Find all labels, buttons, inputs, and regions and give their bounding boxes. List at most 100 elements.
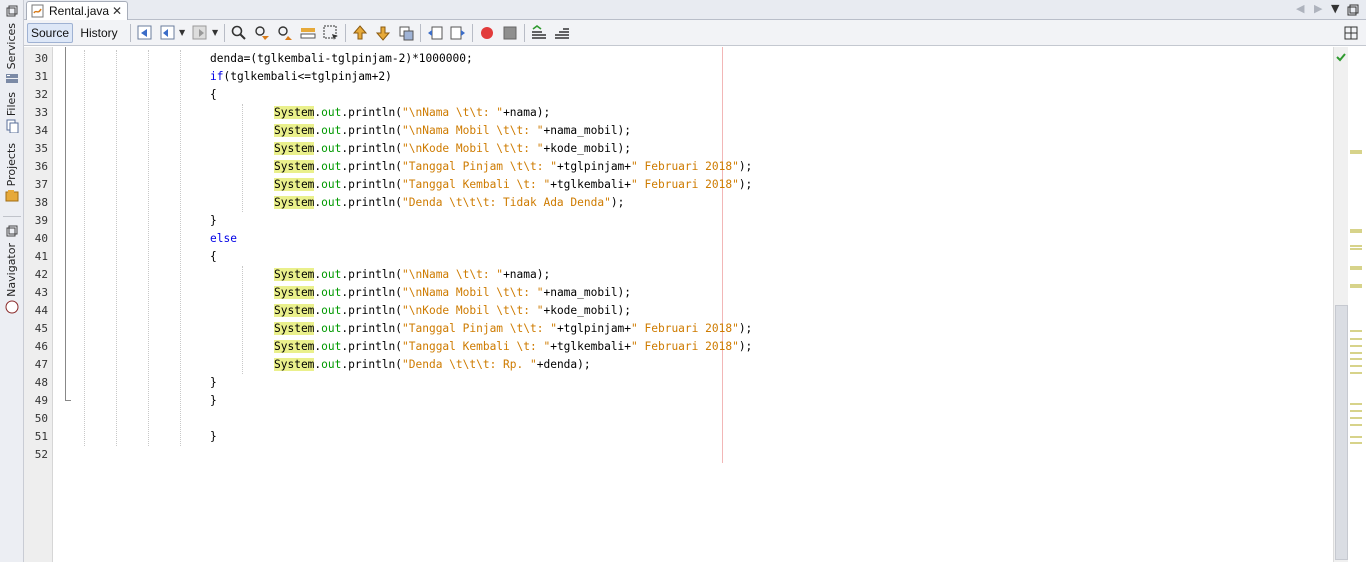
sidebar-tab-projects[interactable]: Projects xyxy=(2,143,22,203)
code-token: System xyxy=(274,304,315,317)
code-line[interactable]: System.out.println("\nKode Mobil \t\t: "… xyxy=(274,302,631,320)
right-margin-line xyxy=(722,47,723,463)
stripe-mark[interactable] xyxy=(1350,417,1362,419)
code-token: +kode_mobil); xyxy=(543,304,632,317)
code-line[interactable]: System.out.println("Tanggal Kembali \t: … xyxy=(274,176,752,194)
find-icon[interactable] xyxy=(230,24,248,42)
window-restore-icon[interactable] xyxy=(5,225,19,239)
uncomment-icon[interactable] xyxy=(553,24,571,42)
scroll-left-icon[interactable]: ◀ xyxy=(1296,2,1304,15)
tab-history[interactable]: History xyxy=(75,23,123,43)
indent-guide xyxy=(242,266,243,374)
find-next-icon[interactable] xyxy=(276,24,294,42)
stripe-mark[interactable] xyxy=(1350,424,1362,426)
indent-guide xyxy=(242,104,243,212)
code-line[interactable]: System.out.println("\nNama Mobil \t\t: "… xyxy=(274,284,631,302)
code-line[interactable]: System.out.println("\nNama \t\t: "+nama)… xyxy=(274,266,550,284)
code-line[interactable]: { xyxy=(210,248,217,266)
line-number: 39 xyxy=(34,214,48,227)
ide-window: Services Files Projects Navigator Rental… xyxy=(0,0,1366,562)
shift-right-icon[interactable] xyxy=(449,24,467,42)
toggle-bookmark-icon[interactable] xyxy=(397,24,415,42)
stripe-mark[interactable] xyxy=(1350,372,1362,374)
next-bookmark-icon[interactable] xyxy=(374,24,392,42)
stripe-mark[interactable] xyxy=(1350,358,1362,360)
window-restore-icon[interactable] xyxy=(5,5,19,19)
code-line[interactable]: denda=(tglkembali-tglpinjam-2)*1000000; xyxy=(210,50,473,68)
stripe-mark[interactable] xyxy=(1350,248,1362,250)
vertical-scrollbar[interactable] xyxy=(1333,47,1348,562)
code-line[interactable]: if(tglkembali<=tglpinjam+2) xyxy=(210,68,392,86)
navigator-icon xyxy=(5,300,19,314)
find-previous-icon[interactable] xyxy=(253,24,271,42)
code-line[interactable]: System.out.println("Denda \t\t\t: Rp. "+… xyxy=(274,356,591,374)
code-line[interactable]: } xyxy=(210,428,217,446)
tab-source[interactable]: Source xyxy=(27,23,73,43)
code-line[interactable]: System.out.println("\nNama Mobil \t\t: "… xyxy=(274,122,631,140)
previous-bookmark-icon[interactable] xyxy=(351,24,369,42)
toggle-rect-selection-icon[interactable] xyxy=(322,24,340,42)
stripe-mark[interactable] xyxy=(1350,286,1362,288)
chevron-down-icon[interactable]: ▼ xyxy=(212,28,218,37)
last-edit-icon[interactable] xyxy=(136,24,154,42)
toolbar-separator xyxy=(420,24,421,42)
stripe-mark[interactable] xyxy=(1350,403,1362,405)
start-macro-recording-icon[interactable] xyxy=(478,24,496,42)
stripe-mark[interactable] xyxy=(1350,442,1362,444)
sidebar-tab-files[interactable]: Files xyxy=(2,92,22,134)
shift-left-icon[interactable] xyxy=(426,24,444,42)
chevron-down-icon[interactable]: ▼ xyxy=(1331,2,1339,15)
stripe-mark[interactable] xyxy=(1350,231,1362,233)
stripe-mark[interactable] xyxy=(1350,436,1362,438)
code-token: +denda); xyxy=(536,358,591,371)
projects-icon xyxy=(5,190,19,202)
chevron-down-icon[interactable]: ▼ xyxy=(179,28,185,37)
code-token: ); xyxy=(738,160,753,173)
scrollbar-thumb[interactable] xyxy=(1335,305,1348,560)
indent-guide xyxy=(180,50,181,446)
code-token: denda=(tglkembali-tglpinjam-2)*1000000; xyxy=(210,52,473,65)
stripe-mark[interactable] xyxy=(1350,345,1362,347)
close-icon[interactable]: ✕ xyxy=(112,4,122,18)
code-line[interactable]: } xyxy=(210,392,217,410)
stripe-mark[interactable] xyxy=(1350,410,1362,412)
stripe-mark[interactable] xyxy=(1350,152,1362,154)
line-number: 30 xyxy=(34,52,48,65)
code-line[interactable]: else xyxy=(210,230,237,248)
forward-icon[interactable] xyxy=(191,24,209,42)
split-window-icon[interactable] xyxy=(1344,26,1358,40)
code-line[interactable]: System.out.println("Tanggal Pinjam \t\t:… xyxy=(274,158,752,176)
stripe-mark[interactable] xyxy=(1350,365,1362,367)
file-tab[interactable]: Rental.java ✕ xyxy=(26,1,128,20)
code-line[interactable]: { xyxy=(210,86,217,104)
line-number: 52 xyxy=(34,448,48,461)
code-line[interactable]: System.out.println("Tanggal Kembali \t: … xyxy=(274,338,752,356)
toggle-highlight-icon[interactable] xyxy=(299,24,317,42)
code-line[interactable]: System.out.println("Denda \t\t\t: Tidak … xyxy=(274,194,624,212)
scroll-right-icon[interactable]: ▶ xyxy=(1314,2,1322,15)
back-icon[interactable] xyxy=(159,24,177,42)
code-token: .println( xyxy=(341,142,403,155)
stop-macro-recording-icon[interactable] xyxy=(501,24,519,42)
code-token: "\nKode Mobil \t\t: " xyxy=(402,304,544,317)
stripe-mark[interactable] xyxy=(1350,338,1362,340)
window-restore-icon[interactable] xyxy=(1346,3,1360,17)
code-token: System xyxy=(274,340,315,353)
code-line[interactable]: System.out.println("Tanggal Pinjam \t\t:… xyxy=(274,320,752,338)
stripe-mark[interactable] xyxy=(1350,352,1362,354)
stripe-mark[interactable] xyxy=(1350,330,1362,332)
code-line[interactable]: System.out.println("\nNama \t\t: "+nama)… xyxy=(274,104,550,122)
code-line[interactable]: } xyxy=(210,374,217,392)
code-editor[interactable]: denda=(tglkembali-tglpinjam-2)*1000000; i… xyxy=(54,47,1332,562)
sidebar-tab-services[interactable]: Services xyxy=(2,2,22,86)
toggle-line-comment-icon[interactable] xyxy=(530,24,548,42)
line-number: 41 xyxy=(34,250,48,263)
code-line[interactable]: } xyxy=(210,212,217,230)
stripe-mark[interactable] xyxy=(1350,245,1362,247)
stripe-mark[interactable] xyxy=(1350,268,1362,270)
code-token: System xyxy=(274,160,315,173)
line-number: 35 xyxy=(34,142,48,155)
code-fold-line[interactable] xyxy=(65,47,71,401)
sidebar-tab-navigator[interactable]: Navigator xyxy=(2,222,22,314)
code-line[interactable]: System.out.println("\nKode Mobil \t\t: "… xyxy=(274,140,631,158)
